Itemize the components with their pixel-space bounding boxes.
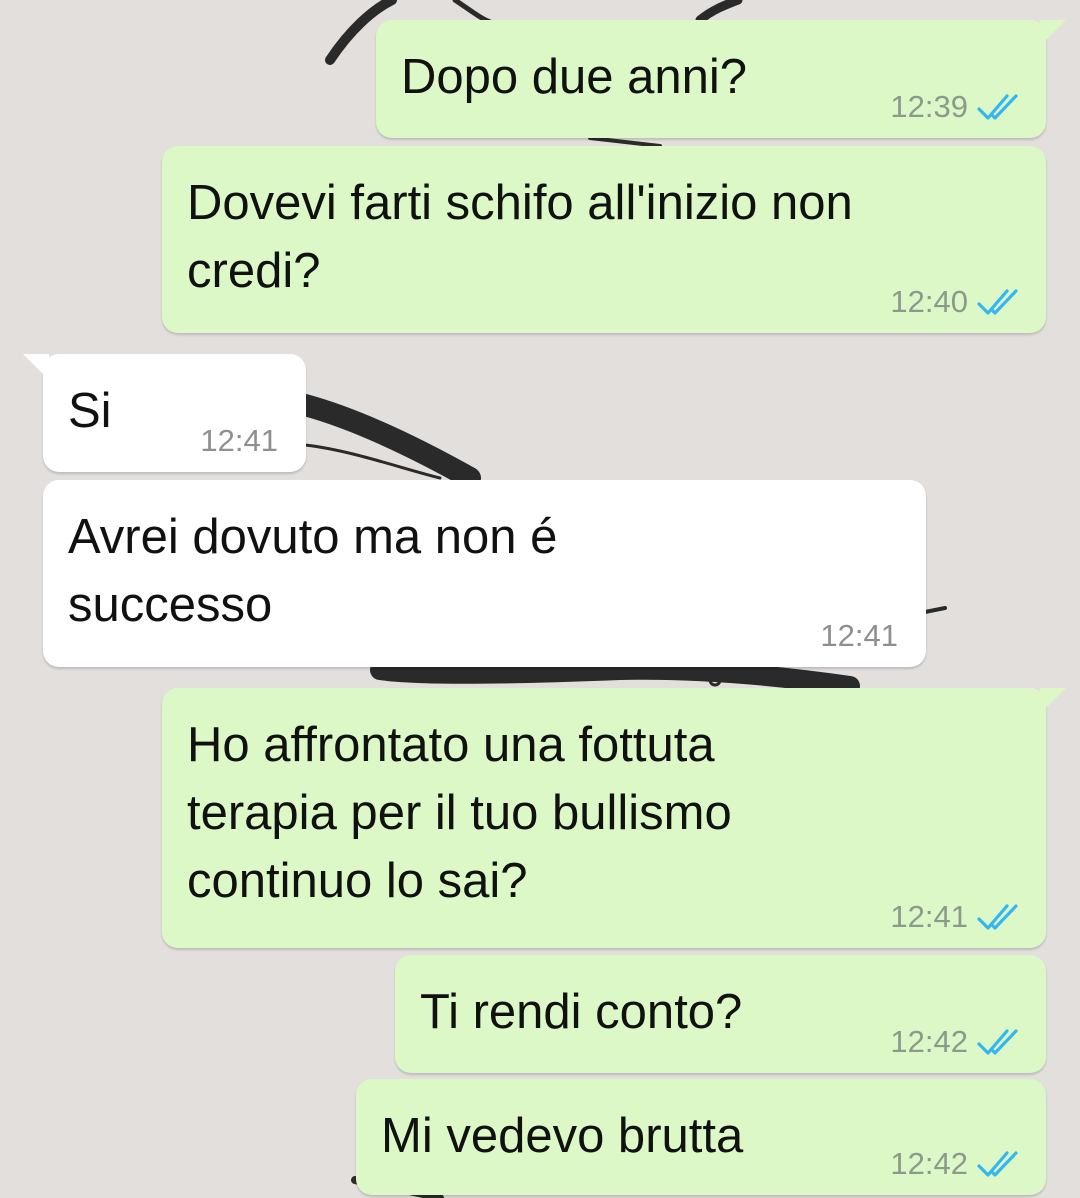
outgoing-message-bubble[interactable]: Ho affrontato una fottuta terapia per il… [162, 688, 1066, 948]
message-time: 12:41 [890, 899, 968, 934]
message-time: 12:41 [200, 423, 278, 458]
message-line: Ho affrontato una fottuta [187, 718, 715, 772]
read-double-check-icon [977, 1029, 1018, 1055]
message-text: Ho affrontato una fottuta terapia per il… [187, 711, 1021, 915]
message-line: Avrei dovuto ma non é [68, 510, 558, 564]
message-line: terapia per il tuo bullismo [187, 786, 732, 840]
read-double-check-icon [977, 904, 1018, 930]
read-double-check-icon [977, 94, 1018, 120]
message-line: successo [68, 578, 273, 632]
message-meta: 12:42 [890, 1147, 1022, 1181]
incoming-message-bubble[interactable]: Si 12:41 [23, 354, 306, 472]
message-meta: 12:41 [200, 424, 278, 458]
read-double-check-icon [977, 1151, 1018, 1177]
message-time: 12:42 [890, 1024, 968, 1059]
message-time: 12:42 [890, 1146, 968, 1181]
message-meta: 12:41 [820, 619, 898, 653]
outgoing-message-bubble[interactable]: Dovevi farti schifo all'inizio non credi… [162, 146, 1046, 333]
message-time: 12:40 [890, 284, 968, 319]
message-text: Avrei dovuto ma non é successo [68, 503, 901, 639]
message-meta: 12:39 [890, 90, 1022, 124]
outgoing-message-bubble[interactable]: Ti rendi conto? 12:42 [395, 955, 1046, 1073]
outgoing-message-bubble[interactable]: Mi vedevo brutta 12:42 [356, 1079, 1046, 1195]
message-meta: 12:42 [890, 1025, 1022, 1059]
outgoing-message-bubble[interactable]: Dopo due anni? 12:39 [376, 20, 1066, 138]
read-double-check-icon [977, 289, 1018, 315]
message-time: 12:41 [820, 618, 898, 653]
incoming-message-bubble[interactable]: Avrei dovuto ma non é successo 12:41 [43, 480, 926, 667]
message-meta: 12:40 [890, 285, 1022, 319]
message-time: 12:39 [890, 89, 968, 124]
message-line: Dovevi farti schifo all'inizio non [187, 176, 853, 230]
message-meta: 12:41 [890, 900, 1022, 934]
